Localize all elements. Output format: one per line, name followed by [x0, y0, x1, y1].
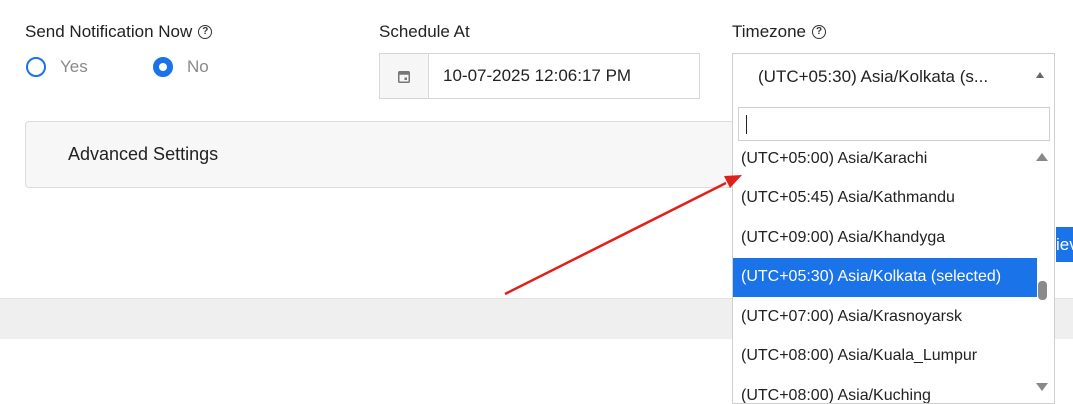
timezone-option[interactable]: (UTC+09:00) Asia/Khandyga — [733, 218, 1037, 258]
timezone-option[interactable]: (UTC+05:45) Asia/Kathmandu — [733, 179, 1037, 219]
help-icon[interactable]: ? — [812, 25, 827, 39]
send-notification-label: Send Notification Now ? — [25, 22, 213, 42]
timezone-label: Timezone ? — [732, 22, 827, 42]
radio-yes-circle[interactable] — [26, 57, 46, 77]
advanced-settings-label[interactable]: Advanced Settings — [68, 144, 218, 165]
timezone-search-input[interactable] — [738, 107, 1050, 141]
schedule-label-text: Schedule At — [379, 22, 470, 41]
preview-button[interactable]: iev — [1056, 227, 1073, 262]
text-cursor — [746, 115, 747, 134]
radio-yes-label[interactable]: Yes — [60, 57, 88, 77]
radio-yes[interactable]: Yes — [26, 57, 88, 77]
send-notification-text: Send Notification Now — [25, 22, 193, 41]
timezone-option[interactable]: (UTC+07:00) Asia/Krasnoyarsk — [733, 297, 1037, 337]
timezone-option[interactable]: (UTC+05:00) Asia/Karachi — [733, 139, 1037, 179]
calendar-icon[interactable] — [380, 54, 429, 98]
advanced-settings-panel[interactable]: Advanced Settings — [25, 121, 745, 188]
radio-no-label[interactable]: No — [187, 57, 209, 77]
timezone-dropdown[interactable]: (UTC+05:00) Asia/Karachi (UTC+05:45) Asi… — [732, 99, 1055, 404]
radio-no[interactable]: No — [153, 57, 209, 77]
timezone-option[interactable]: (UTC+08:00) Asia/Kuching — [733, 376, 1037, 403]
help-icon[interactable]: ? — [198, 25, 213, 39]
preview-button-label[interactable]: iev — [1056, 235, 1073, 254]
timezone-label-text: Timezone — [732, 22, 807, 41]
schedule-datetime-field[interactable]: 10-07-2025 12:06:17 PM — [379, 53, 700, 99]
timezone-option-selected[interactable]: (UTC+05:30) Asia/Kolkata (selected) — [733, 257, 1037, 297]
schedule-datetime-value[interactable]: 10-07-2025 12:06:17 PM — [429, 54, 699, 98]
schedule-label: Schedule At — [379, 22, 470, 42]
scroll-down-arrow-icon[interactable] — [1036, 383, 1048, 391]
scroll-up-arrow-icon[interactable] — [1036, 153, 1048, 161]
caret-up-icon[interactable] — [1036, 72, 1044, 78]
timezone-options-list[interactable]: (UTC+05:00) Asia/Karachi (UTC+05:45) Asi… — [733, 139, 1037, 403]
timezone-option[interactable]: (UTC+08:00) Asia/Kuala_Lumpur — [733, 337, 1037, 377]
timezone-selected-value[interactable]: (UTC+05:30) Asia/Kolkata (s... — [758, 67, 988, 87]
scrollbar-thumb[interactable] — [1038, 281, 1047, 300]
radio-no-circle[interactable] — [153, 57, 173, 77]
timezone-select[interactable]: (UTC+05:30) Asia/Kolkata (s... — [732, 53, 1055, 99]
